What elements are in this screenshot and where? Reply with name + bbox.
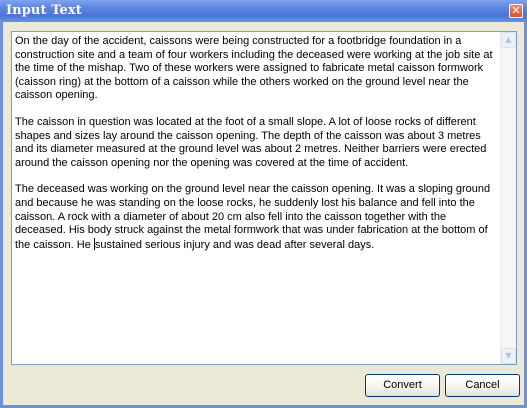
convert-button[interactable]: Convert bbox=[365, 374, 440, 397]
cancel-button[interactable]: Cancel bbox=[445, 374, 520, 397]
input-text-area[interactable]: On the day of the accident, caissons wer… bbox=[11, 31, 517, 365]
title-bar[interactable]: Input Text ✕ bbox=[0, 0, 527, 22]
paragraph-3: The deceased was working on the ground l… bbox=[15, 183, 497, 252]
paragraph-1: On the day of the accident, caissons wer… bbox=[15, 35, 493, 102]
vertical-scrollbar[interactable]: ▲ ▼ bbox=[500, 32, 516, 364]
input-text-dialog: Input Text ✕ On the day of the accident,… bbox=[0, 0, 527, 408]
paragraph-3-after-caret: sustained serious injury and was dead af… bbox=[94, 238, 375, 251]
scroll-down-icon[interactable]: ▼ bbox=[501, 348, 516, 364]
window-title: Input Text bbox=[6, 3, 82, 18]
close-icon[interactable]: ✕ bbox=[509, 4, 523, 18]
paragraph-2: The caisson in question was located at t… bbox=[15, 115, 487, 169]
scroll-up-icon[interactable]: ▲ bbox=[501, 32, 516, 48]
text-content[interactable]: On the day of the accident, caissons wer… bbox=[15, 35, 497, 265]
